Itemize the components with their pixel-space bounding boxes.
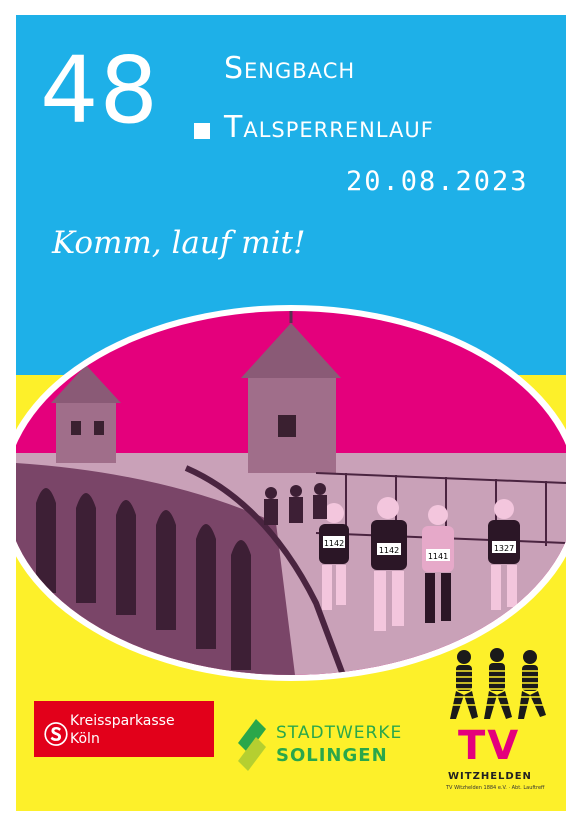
title-line-2: Talsperrenlauf — [224, 110, 434, 145]
kreissparkasse-name: Kreissparkasse — [70, 713, 175, 729]
event-poster: 48 Sengbach Talsperrenlauf 20.08.2023 Ko… — [16, 15, 566, 811]
bib-1: 1142 — [324, 539, 344, 548]
edition-number: 48 — [40, 37, 160, 144]
bib-2: 1142 — [379, 546, 399, 555]
stadtwerke-leaf-icon — [238, 719, 266, 771]
background-runners — [264, 483, 327, 525]
tv-club-subtitle: TV Witzhelden 1884 e.V. · Abt. Lauftreff — [446, 785, 545, 791]
stadtwerke-line-1: STADTWERKE — [276, 723, 403, 743]
tv-letters: TV — [458, 723, 521, 769]
runners-photo: 1142 1142 1141 1327 — [16, 305, 566, 681]
bib-4: 1327 — [494, 544, 514, 553]
tv-club-name: WITZHELDEN — [448, 771, 532, 782]
stadtwerke-line-2: SOLINGEN — [276, 745, 388, 766]
kreissparkasse-logo: Ⓢ Kreissparkasse Köln — [34, 701, 214, 757]
slogan: Komm, lauf mit! — [52, 225, 306, 261]
runners-silhouette-icon — [442, 648, 552, 719]
title-line-1: Sengbach — [224, 51, 356, 86]
tv-witzhelden-logo: TV WITZHELDEN TV Witzhelden 1884 e.V. · … — [442, 647, 552, 797]
edition-dot — [194, 123, 210, 139]
kreissparkasse-city: Köln — [70, 731, 100, 747]
stadtwerke-logo: STADTWERKE SOLINGEN — [234, 715, 424, 775]
event-date: 20.08.2023 — [346, 166, 529, 197]
bib-3: 1141 — [428, 552, 448, 561]
sparkasse-s-icon: Ⓢ — [44, 721, 68, 749]
